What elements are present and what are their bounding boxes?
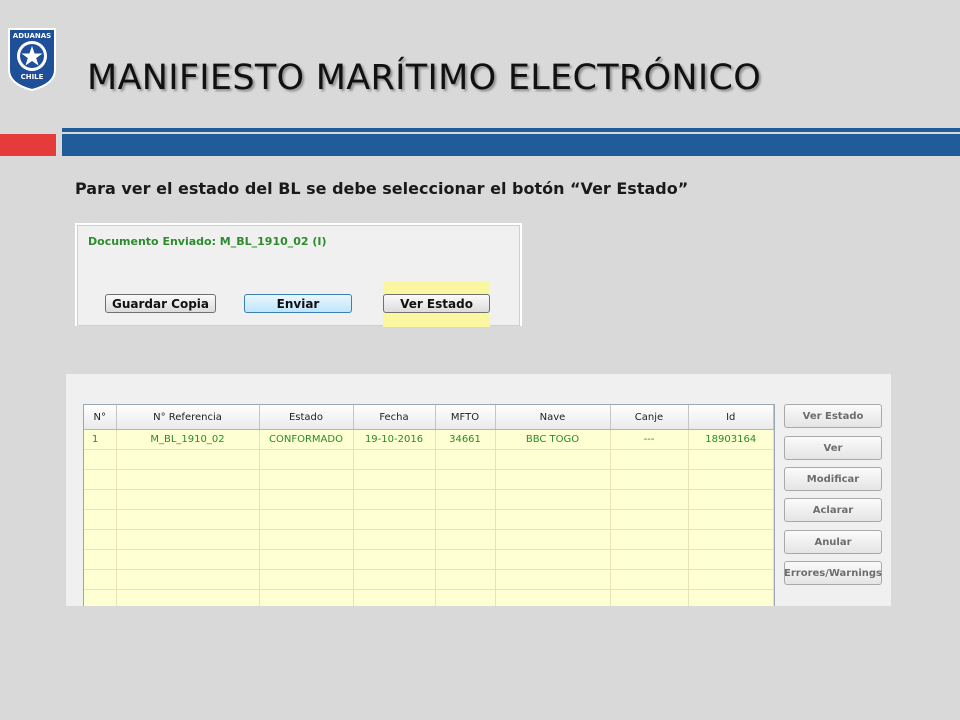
cell-id: 18903164: [688, 429, 774, 450]
col-header-fecha[interactable]: Fecha: [353, 405, 436, 430]
side-modificar-button[interactable]: Modificar: [784, 467, 882, 491]
empty-row: [84, 509, 774, 530]
cell-fecha: 19-10-2016: [353, 429, 436, 450]
accent-bar-red: [0, 134, 56, 156]
empty-row: [84, 549, 774, 570]
enviar-button[interactable]: Enviar: [244, 294, 352, 313]
table-header-row: N° N° Referencia Estado Fecha MFTO Nave …: [84, 405, 774, 430]
empty-row: [84, 569, 774, 590]
cell-canje: ---: [610, 429, 689, 450]
guardar-copia-button[interactable]: Guardar Copia: [105, 294, 216, 313]
cell-nave: BBC TOGO: [495, 429, 611, 450]
col-header-id[interactable]: Id: [688, 405, 774, 430]
document-sent-label: Documento Enviado: M_BL_1910_02 (I): [88, 235, 327, 248]
side-anular-button[interactable]: Anular: [784, 530, 882, 554]
side-ver-estado-button[interactable]: Ver Estado: [784, 404, 882, 428]
col-header-canje[interactable]: Canje: [610, 405, 689, 430]
svg-text:ADUANAS: ADUANAS: [13, 32, 51, 40]
col-header-numero[interactable]: N°: [84, 405, 117, 430]
side-ver-button[interactable]: Ver: [784, 436, 882, 460]
results-grid-screenshot: N° N° Referencia Estado Fecha MFTO Nave …: [66, 374, 891, 606]
instruction-text: Para ver el estado del BL se debe selecc…: [75, 179, 689, 198]
send-form-screenshot: Documento Enviado: M_BL_1910_02 (I) Guar…: [75, 223, 522, 327]
col-header-referencia[interactable]: N° Referencia: [116, 405, 260, 430]
bl-table: N° N° Referencia Estado Fecha MFTO Nave …: [83, 404, 775, 606]
side-aclarar-button[interactable]: Aclarar: [784, 498, 882, 522]
empty-row: [84, 529, 774, 550]
svg-text:CHILE: CHILE: [21, 73, 44, 81]
table-row[interactable]: 1 M_BL_1910_02 CONFORMADO 19-10-2016 346…: [84, 429, 774, 450]
side-errores-warnings-button[interactable]: Errores/Warnings: [784, 561, 882, 585]
col-header-estado[interactable]: Estado: [259, 405, 354, 430]
empty-row: [84, 489, 774, 510]
col-header-nave[interactable]: Nave: [495, 405, 611, 430]
page-title: MANIFIESTO MARÍTIMO ELECTRÓNICO: [87, 58, 762, 98]
col-header-mfto[interactable]: MFTO: [435, 405, 496, 430]
cell-mfto: 34661: [435, 429, 496, 450]
aduanas-chile-logo: ADUANAS CHILE: [8, 28, 56, 92]
cell-referencia: M_BL_1910_02: [116, 429, 260, 450]
cell-numero: 1: [84, 429, 117, 450]
empty-row: [84, 449, 774, 470]
ver-estado-button[interactable]: Ver Estado: [383, 294, 490, 313]
cell-estado: CONFORMADO: [259, 429, 354, 450]
empty-row: [84, 469, 774, 490]
accent-bar-blue: [62, 134, 960, 156]
header-divider-line: [62, 128, 960, 132]
empty-row: [84, 589, 774, 606]
